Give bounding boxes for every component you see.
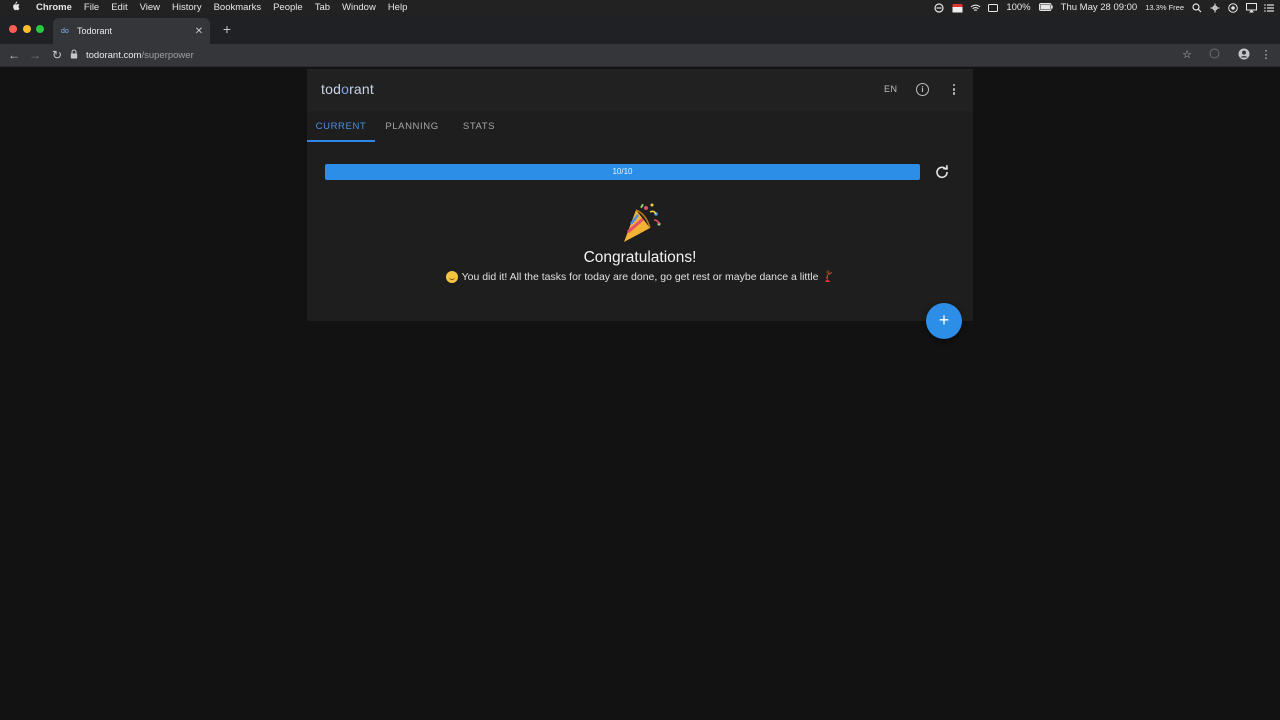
bookmark-star-icon[interactable]: ☆ (1180, 48, 1194, 62)
back-button[interactable]: ← (7, 48, 21, 62)
party-popper-icon (616, 202, 664, 246)
do-not-disturb-icon[interactable] (934, 2, 944, 13)
wifi-icon[interactable] (970, 3, 981, 13)
url-domain: todorant.com (86, 49, 142, 61)
dancer-icon (822, 270, 834, 284)
menu-edit[interactable]: Edit (105, 2, 133, 13)
battery-percent: 100% (1006, 2, 1031, 13)
congratulations-message: You did it! All the tasks for today are … (307, 270, 973, 284)
tab-current[interactable]: CURRENT (307, 112, 375, 142)
new-tab-button[interactable]: + (219, 21, 235, 37)
window-close-button[interactable] (9, 25, 17, 33)
menu-app-name[interactable]: Chrome (30, 2, 78, 13)
congratulations-message-text: You did it! All the tasks for today are … (461, 271, 819, 283)
airplay-icon[interactable] (1246, 2, 1257, 13)
extension-icon[interactable] (1207, 48, 1221, 62)
todorant-favicon-icon: do (61, 27, 69, 35)
calendar-icon[interactable] (952, 3, 963, 13)
window-zoom-button[interactable] (36, 25, 44, 33)
task-progress-bar: 10/10 (325, 164, 920, 180)
language-button[interactable]: EN (884, 84, 898, 94)
browser-toolbar: ← → ↻ todorant.com/superpower ☆ ⋮ (0, 44, 1280, 67)
address-bar[interactable]: todorant.com/superpower (70, 46, 1200, 64)
menu-window[interactable]: Window (336, 2, 382, 13)
smiling-face-icon (445, 271, 458, 283)
menu-people[interactable]: People (267, 2, 309, 13)
browser-menu-icon[interactable]: ⋮ (1259, 48, 1273, 62)
reload-button[interactable]: ↻ (50, 48, 64, 62)
profile-avatar-icon[interactable] (1237, 48, 1251, 62)
close-tab-icon[interactable]: ✕ (192, 26, 206, 37)
notification-center-icon[interactable] (1264, 3, 1274, 13)
browser-tab[interactable]: do Todorant ✕ (53, 18, 210, 44)
browser-tab-title: Todorant (77, 26, 113, 36)
todorant-app: todorant EN i CURRENT PLANNING STATS 10/… (307, 69, 973, 321)
forward-button[interactable]: → (28, 48, 42, 62)
menu-view[interactable]: View (134, 2, 166, 13)
more-vert-icon[interactable] (950, 82, 958, 96)
info-icon[interactable]: i (916, 83, 929, 96)
menu-history[interactable]: History (166, 2, 208, 13)
apple-menu-icon[interactable] (0, 1, 30, 14)
app-header: todorant EN i (307, 69, 973, 111)
tab-stats[interactable]: STATS (449, 112, 509, 142)
todorant-logo[interactable]: todorant (321, 81, 374, 97)
disk-free[interactable]: 13.3% Free (1145, 3, 1184, 12)
menu-help[interactable]: Help (382, 2, 414, 13)
lock-icon[interactable] (70, 49, 80, 61)
mac-menubar: Chrome File Edit View History Bookmarks … (0, 0, 1280, 15)
url-path: /superpower (141, 49, 194, 61)
battery-icon[interactable] (1038, 2, 1053, 13)
network-icon[interactable] (1210, 3, 1220, 13)
menu-bookmarks[interactable]: Bookmarks (208, 2, 268, 13)
browser-tabstrip: do Todorant ✕ + (0, 15, 1280, 44)
menu-tab[interactable]: Tab (309, 2, 336, 13)
congratulations-title: Congratulations! (583, 249, 697, 266)
tab-planning[interactable]: PLANNING (375, 112, 449, 142)
window-minimize-button[interactable] (23, 25, 31, 33)
active-tab-indicator (307, 140, 375, 142)
menu-file[interactable]: File (78, 2, 105, 13)
app-tabs: CURRENT PLANNING STATS (307, 112, 973, 142)
screen-icon[interactable] (988, 3, 999, 13)
clock[interactable]: Thu May 28 09:00 (1061, 2, 1138, 13)
refresh-icon[interactable] (935, 165, 949, 179)
add-task-button[interactable]: + (926, 303, 962, 339)
spotlight-search-icon[interactable] (1192, 2, 1202, 13)
user-account-icon[interactable] (1228, 2, 1238, 13)
